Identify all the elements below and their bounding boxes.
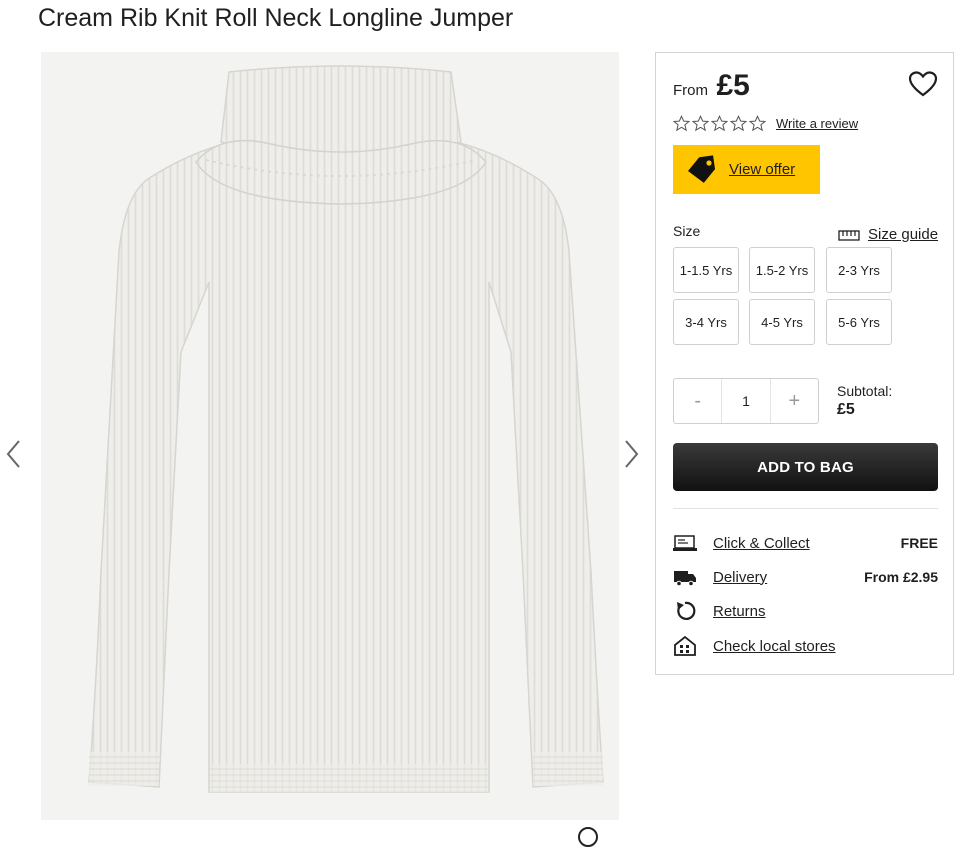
service-click-collect: Click & Collect FREE	[673, 531, 938, 555]
from-label: From	[673, 82, 708, 99]
subtotal-label: Subtotal:	[837, 383, 893, 399]
price-row: From £5	[673, 69, 750, 103]
gallery-prev-button[interactable]	[2, 438, 26, 470]
view-offer-button[interactable]: View offer	[673, 145, 820, 194]
star-outline-icon	[692, 115, 709, 132]
quantity-decrease-button[interactable]: -	[674, 379, 721, 423]
click-collect-link[interactable]: Click & Collect	[713, 535, 810, 552]
size-option[interactable]: 2-3 Yrs	[826, 247, 892, 293]
wishlist-heart-icon[interactable]	[908, 70, 938, 98]
star-outline-icon	[673, 115, 690, 132]
jumper-image	[88, 65, 604, 793]
service-local-stores: Check local stores	[673, 634, 938, 658]
size-guide-label: Size guide	[868, 226, 939, 243]
price: £5	[716, 69, 750, 102]
ruler-icon	[838, 229, 860, 241]
product-title: Cream Rib Knit Roll Neck Longline Jumper	[38, 4, 514, 32]
quantity-input[interactable]: 1	[721, 379, 771, 423]
size-option[interactable]: 1.5-2 Yrs	[749, 247, 815, 293]
zoom-icon[interactable]	[577, 826, 599, 848]
view-offer-label: View offer	[729, 161, 796, 178]
service-delivery: Delivery From £2.95	[673, 565, 938, 589]
quantity-increase-button[interactable]: +	[771, 379, 818, 423]
star-outline-icon	[711, 115, 728, 132]
write-review-link[interactable]: Write a review	[776, 116, 858, 131]
chevron-left-icon	[6, 440, 20, 468]
price-tag-icon	[687, 154, 716, 183]
quantity-stepper: - 1 +	[673, 378, 819, 424]
product-image[interactable]	[41, 52, 619, 820]
rating-stars: Write a review	[673, 115, 858, 132]
returns-link[interactable]: Returns	[713, 603, 766, 620]
size-option[interactable]: 1-1.5 Yrs	[673, 247, 739, 293]
chevron-right-icon	[625, 440, 639, 468]
star-outline-icon	[749, 115, 766, 132]
size-option[interactable]: 3-4 Yrs	[673, 299, 739, 345]
store-icon	[674, 635, 696, 656]
check-local-stores-link[interactable]: Check local stores	[713, 638, 836, 655]
divider	[673, 508, 938, 509]
delivery-value: From £2.95	[864, 569, 938, 585]
size-option[interactable]: 5-6 Yrs	[826, 299, 892, 345]
size-option[interactable]: 4-5 Yrs	[749, 299, 815, 345]
delivery-link[interactable]: Delivery	[713, 569, 767, 586]
size-guide-link[interactable]: Size guide	[838, 226, 938, 243]
click-collect-icon	[673, 535, 697, 551]
product-purchase-panel: From £5 Write a review View offer Size S…	[655, 52, 954, 675]
star-outline-icon	[730, 115, 747, 132]
gallery-next-button[interactable]	[619, 438, 643, 470]
add-to-bag-button[interactable]: ADD TO BAG	[673, 443, 938, 491]
returns-icon	[677, 601, 696, 620]
subtotal-value: £5	[837, 401, 855, 418]
size-label: Size	[673, 223, 701, 239]
subtotal: Subtotal: £5	[837, 383, 892, 419]
delivery-truck-icon	[674, 571, 696, 587]
click-collect-value: FREE	[900, 535, 938, 551]
service-returns: Returns	[673, 599, 938, 623]
